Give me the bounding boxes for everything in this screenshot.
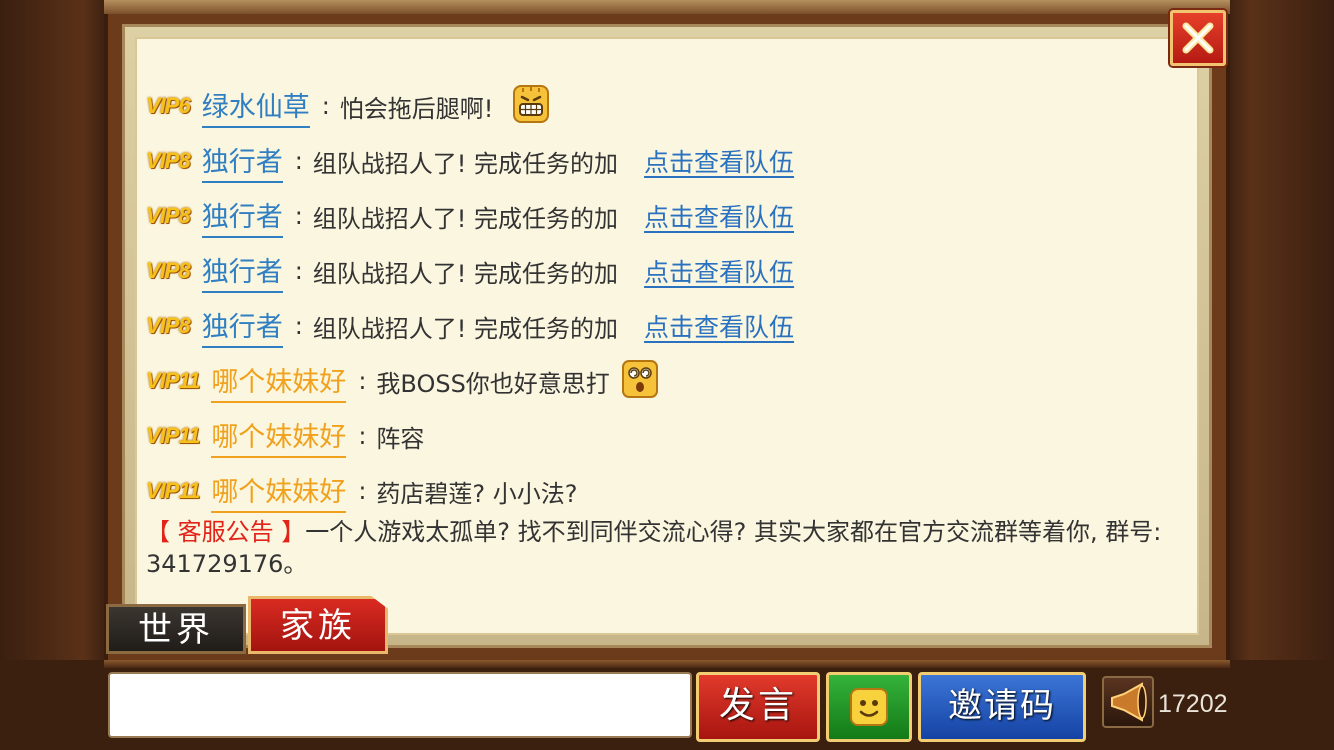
frame-top-trim [104,0,1230,14]
chat-input[interactable] [108,672,692,738]
chat-message: VIP8 独行者 : 组队战招人了! 完成任务的加 点击查看队伍 [146,139,794,183]
colon-separator: : [294,312,303,340]
close-icon [1182,22,1214,54]
message-text: 怕会拖后腿啊! [339,94,494,123]
username-link[interactable]: 独行者 [201,195,283,238]
view-team-link[interactable]: 点击查看队伍 [644,143,794,179]
tab-world[interactable]: 世界 [106,604,246,654]
colon-separator: : [294,257,303,285]
invite-code-button[interactable]: 邀请码 [918,672,1086,742]
message-text: 组队战招人了! 完成任务的加 [312,204,619,233]
vip-badge: VIP8 [146,148,191,173]
tab-family[interactable]: 家族 [248,596,388,654]
horn-icon [1111,682,1147,722]
close-button[interactable] [1170,10,1226,66]
grin-icon [513,85,550,127]
vip-badge: VIP11 [146,423,200,448]
view-team-link[interactable]: 点击查看队伍 [644,308,794,344]
smiley-icon [850,688,888,726]
username-link[interactable]: 哪个妹妹好 [211,360,347,403]
chat-message: VIP8 独行者 : 组队战招人了! 完成任务的加 点击查看队伍 [146,249,794,293]
vip-badge: VIP8 [146,258,191,283]
colon-separator: : [321,92,330,120]
send-button[interactable]: 发言 [696,672,820,742]
colon-separator: : [294,147,303,175]
message-text: 我BOSS你也好意思打 [376,369,610,398]
username-link[interactable]: 绿水仙草 [201,85,310,128]
system-notice: 【 客服公告 】一个人游戏太孤单? 找不到同伴交流心得? 其实大家都在官方交流群… [146,516,1186,580]
username-link[interactable]: 哪个妹妹好 [211,415,347,458]
message-text: 组队战招人了! 完成任务的加 [312,314,619,343]
emoji-button[interactable] [826,672,912,742]
vip-badge: VIP8 [146,203,191,228]
colon-separator: : [358,367,367,395]
chat-message: VIP8 独行者 : 组队战招人了! 完成任务的加 点击查看队伍 [146,194,794,238]
bottom-bar-trim [104,660,1230,668]
right-border [1230,0,1334,750]
message-text: 药店碧莲? 小小法? [376,479,578,508]
username-link[interactable]: 独行者 [201,250,283,293]
message-text: 组队战招人了! 完成任务的加 [312,259,619,288]
dizzy-icon [621,360,658,402]
vip-badge: VIP11 [146,478,200,503]
left-border [0,0,104,750]
vip-badge: VIP6 [146,93,191,118]
chat-message: VIP8 独行者 : 组队战招人了! 完成任务的加 点击查看队伍 [146,304,794,348]
message-text: 阵容 [376,424,425,453]
colon-separator: : [294,202,303,230]
horn-count: 17202 [1158,690,1228,718]
username-link[interactable]: 哪个妹妹好 [211,470,347,513]
colon-separator: : [358,422,367,450]
username-link[interactable]: 独行者 [201,305,283,348]
vip-badge: VIP11 [146,368,200,393]
view-team-link[interactable]: 点击查看队伍 [644,253,794,289]
chat-message: VIP11 哪个妹妹好 : 我BOSS你也好意思打 [146,359,658,403]
horn-button[interactable] [1102,676,1154,728]
vip-badge: VIP8 [146,313,191,338]
chat-message: VIP6 绿水仙草 : 怕会拖后腿啊! [146,84,550,128]
colon-separator: : [358,477,367,505]
message-text: 组队战招人了! 完成任务的加 [312,149,619,178]
username-link[interactable]: 独行者 [201,140,283,183]
chat-message: VIP11 哪个妹妹好 : 阵容 [146,414,424,458]
notice-tag: 【 客服公告 】 [146,518,306,546]
view-team-link[interactable]: 点击查看队伍 [644,198,794,234]
chat-message: VIP11 哪个妹妹好 : 药店碧莲? 小小法? [146,469,578,513]
